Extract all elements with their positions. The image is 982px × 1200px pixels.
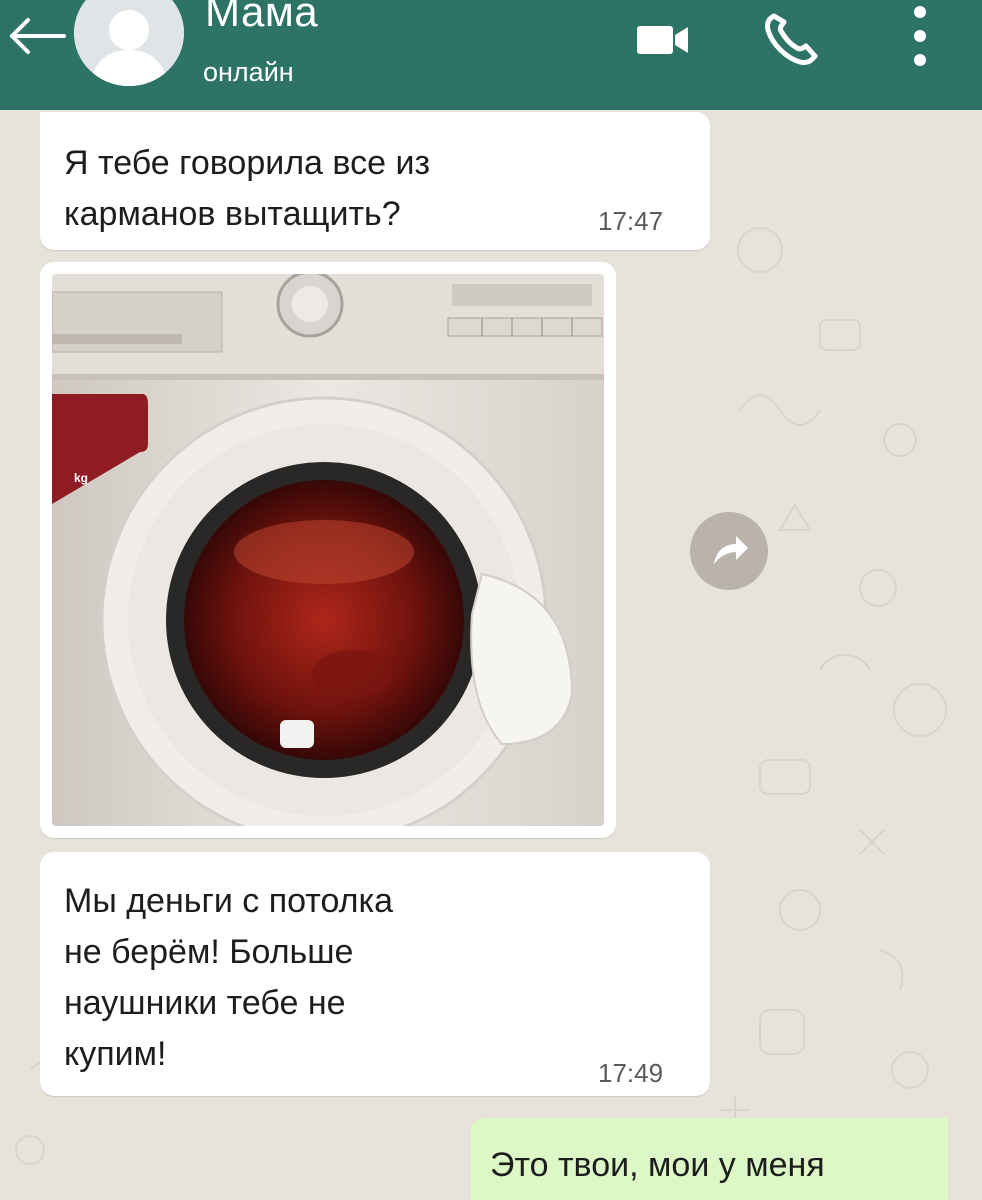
phone-icon[interactable] — [760, 10, 822, 68]
washing-machine-photo[interactable]: kg — [52, 274, 604, 826]
washer-capacity-label: kg — [74, 471, 88, 485]
message-text: Мы деньги с потолка не берём! Больше нау… — [64, 882, 394, 1073]
message-image-bubble[interactable]: kg — [40, 262, 616, 838]
video-camera-icon[interactable] — [634, 22, 692, 58]
contact-name[interactable]: Мама — [205, 0, 318, 38]
message-text: Я тебе говорила все из карманов вытащить… — [64, 144, 431, 233]
arrow-left-icon[interactable] — [6, 14, 68, 58]
message-bubble-outgoing[interactable]: Это твои, мои у меня — [470, 1118, 948, 1200]
chat-header: Мама онлайн — [0, 0, 982, 110]
message-text: Это твои, мои у меня — [490, 1146, 825, 1184]
forward-icon — [714, 536, 748, 564]
message-time: 17:47 — [598, 206, 664, 236]
forward-button[interactable] — [690, 512, 768, 590]
avatar[interactable] — [74, 0, 184, 86]
message-time: 17:49 — [598, 1058, 664, 1088]
more-vertical-icon[interactable] — [900, 4, 940, 70]
contact-status: онлайн — [203, 57, 294, 87]
